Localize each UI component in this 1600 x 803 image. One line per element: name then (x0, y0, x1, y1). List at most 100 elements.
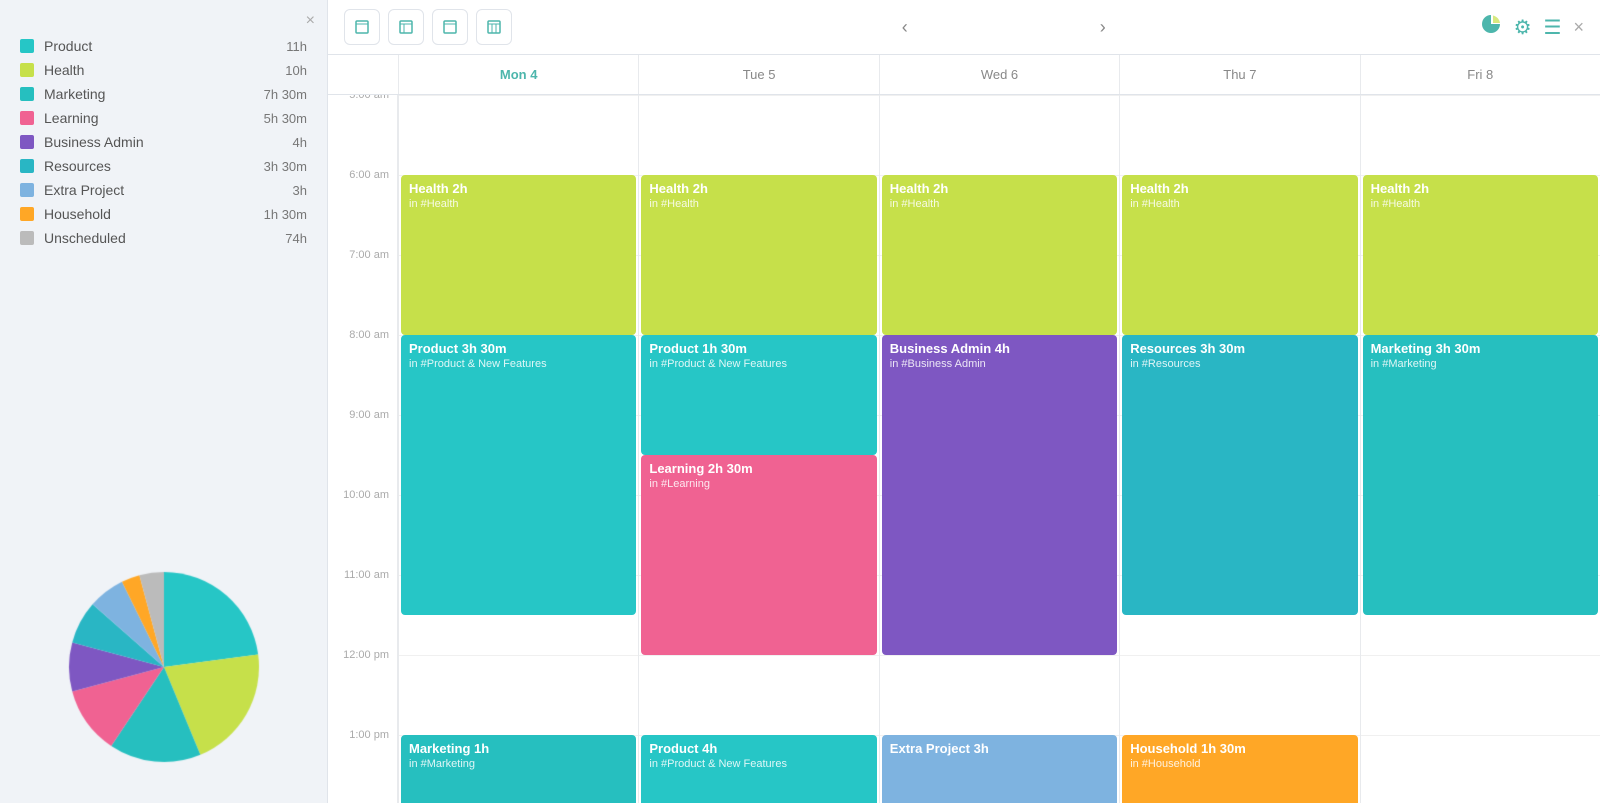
event-block[interactable]: Health 2hin #Health (882, 175, 1117, 335)
event-title: Product 4h (649, 741, 868, 756)
legend-item: Unscheduled 74h (20, 226, 307, 250)
event-subtitle: in #Product & New Features (409, 358, 628, 370)
event-title: Marketing 1h (409, 741, 628, 756)
next-month-button[interactable]: › (1100, 17, 1106, 38)
time-label: 10:00 am (343, 489, 389, 501)
legend-dot (20, 63, 34, 77)
legend-value: 3h (293, 183, 307, 198)
event-subtitle: in #Product & New Features (649, 758, 868, 770)
legend-label: Business Admin (44, 134, 293, 150)
event-subtitle: in #Marketing (409, 758, 628, 770)
event-subtitle: in #Product & New Features (649, 358, 868, 370)
legend-value: 74h (285, 231, 307, 246)
time-column: 5:00 am6:00 am7:00 am8:00 am9:00 am10:00… (328, 95, 398, 803)
hour-line (639, 95, 878, 96)
legend-value: 4h (293, 135, 307, 150)
event-subtitle: in #Business Admin (890, 358, 1109, 370)
event-block[interactable]: Marketing 1h in #Marketing (401, 735, 636, 803)
pie-chart-container (20, 557, 307, 787)
view-month-button[interactable] (476, 9, 512, 45)
hour-line (880, 95, 1119, 96)
view-5day-button[interactable] (432, 9, 468, 45)
event-block[interactable]: Health 2hin #Health (1122, 175, 1357, 335)
legend-dot (20, 39, 34, 53)
event-subtitle: in #Resources (1130, 358, 1349, 370)
legend-label: Marketing (44, 86, 264, 102)
event-block[interactable]: Household 1h 30m in #Household (1122, 735, 1357, 803)
event-block[interactable]: Health 2h in #Health (1363, 175, 1598, 335)
event-title: Health 2h (649, 181, 868, 196)
event-title: Health 2h (1371, 181, 1590, 196)
time-label: 5:00 am (349, 95, 389, 101)
legend-label: Product (44, 38, 286, 54)
day-header-thu: Thu 7 (1119, 55, 1359, 94)
hour-line (1120, 95, 1359, 96)
event-block[interactable]: Product 1h 30m in #Product & New Features (641, 335, 876, 455)
event-title: Product 1h 30m (649, 341, 868, 356)
view-day-button[interactable] (344, 9, 380, 45)
event-subtitle: in #Marketing (1371, 358, 1590, 370)
day-col-wed: Health 2hin #HealthBusiness Admin 4hin #… (879, 95, 1119, 803)
view-week-button[interactable] (388, 9, 424, 45)
event-block[interactable]: Marketing 3h 30min #Marketing (1363, 335, 1598, 615)
event-title: Learning 2h 30m (649, 461, 868, 476)
event-subtitle: in #Health (649, 198, 868, 210)
hour-line (880, 655, 1119, 656)
event-title: Extra Project 3h (890, 741, 1109, 756)
legend-value: 3h 30m (264, 159, 307, 174)
legend-item: Extra Project 3h (20, 178, 307, 202)
event-subtitle: in #Household (1130, 758, 1349, 770)
legend-dot (20, 231, 34, 245)
day-header-mon: Mon 4 (398, 55, 638, 94)
legend-value: 11h (286, 39, 307, 54)
time-label: 11:00 am (344, 569, 389, 581)
legend-label: Learning (44, 110, 264, 126)
hour-line (1361, 655, 1600, 656)
time-label: 8:00 am (349, 329, 389, 341)
legend-dot (20, 135, 34, 149)
legend-dot (20, 159, 34, 173)
chart-icon-button[interactable] (1480, 13, 1502, 41)
event-block[interactable]: Product 3h 30m in #Product & New Features (401, 335, 636, 615)
sidebar-close-icon[interactable]: × (306, 12, 315, 30)
topbar-close-icon[interactable]: × (1573, 17, 1584, 38)
legend-label: Unscheduled (44, 230, 285, 246)
legend-label: Resources (44, 158, 264, 174)
nav-section: ‹ › (528, 17, 1480, 38)
event-title: Health 2h (890, 181, 1109, 196)
hour-line (1361, 735, 1600, 736)
event-title: Resources 3h 30m (1130, 341, 1349, 356)
event-block[interactable]: Resources 3h 30m in #Resources (1122, 335, 1357, 615)
legend-value: 5h 30m (264, 111, 307, 126)
event-title: Product 3h 30m (409, 341, 628, 356)
time-label: 1:00 pm (349, 729, 389, 741)
event-block[interactable]: Extra Project 3h (882, 735, 1117, 803)
legend-value: 1h 30m (264, 207, 307, 222)
event-block[interactable]: Learning 2h 30min #Learning (641, 455, 876, 655)
event-block[interactable]: Product 4h in #Product & New Features (641, 735, 876, 803)
time-label: 12:00 pm (343, 649, 389, 661)
legend-label: Household (44, 206, 264, 222)
settings-icon-button[interactable]: ⚙ (1514, 15, 1532, 40)
legend-item: Resources 3h 30m (20, 154, 307, 178)
day-header-wed: Wed 6 (879, 55, 1119, 94)
hour-line (639, 655, 878, 656)
event-block[interactable]: Health 2hin #Health (401, 175, 636, 335)
time-label: 7:00 am (349, 249, 389, 261)
list-icon-button[interactable]: ☰ (1544, 15, 1562, 40)
time-header-placeholder (328, 55, 398, 94)
event-block[interactable]: Health 2h in #Health (641, 175, 876, 335)
hour-line (1361, 95, 1600, 96)
legend-label: Health (44, 62, 285, 78)
hour-line (399, 95, 638, 96)
legend-item: Learning 5h 30m (20, 106, 307, 130)
event-block[interactable]: Business Admin 4hin #Business Admin (882, 335, 1117, 655)
event-subtitle: in #Health (1130, 198, 1349, 210)
event-subtitle: in #Health (1371, 198, 1590, 210)
day-col-mon: Health 2hin #Health Product 3h 30m in #Pro… (398, 95, 638, 803)
view-icons (344, 9, 512, 45)
prev-month-button[interactable]: ‹ (902, 17, 908, 38)
calendar-grid: 5:00 am6:00 am7:00 am8:00 am9:00 am10:00… (328, 95, 1600, 803)
event-title: Household 1h 30m (1130, 741, 1349, 756)
legend-dot (20, 87, 34, 101)
